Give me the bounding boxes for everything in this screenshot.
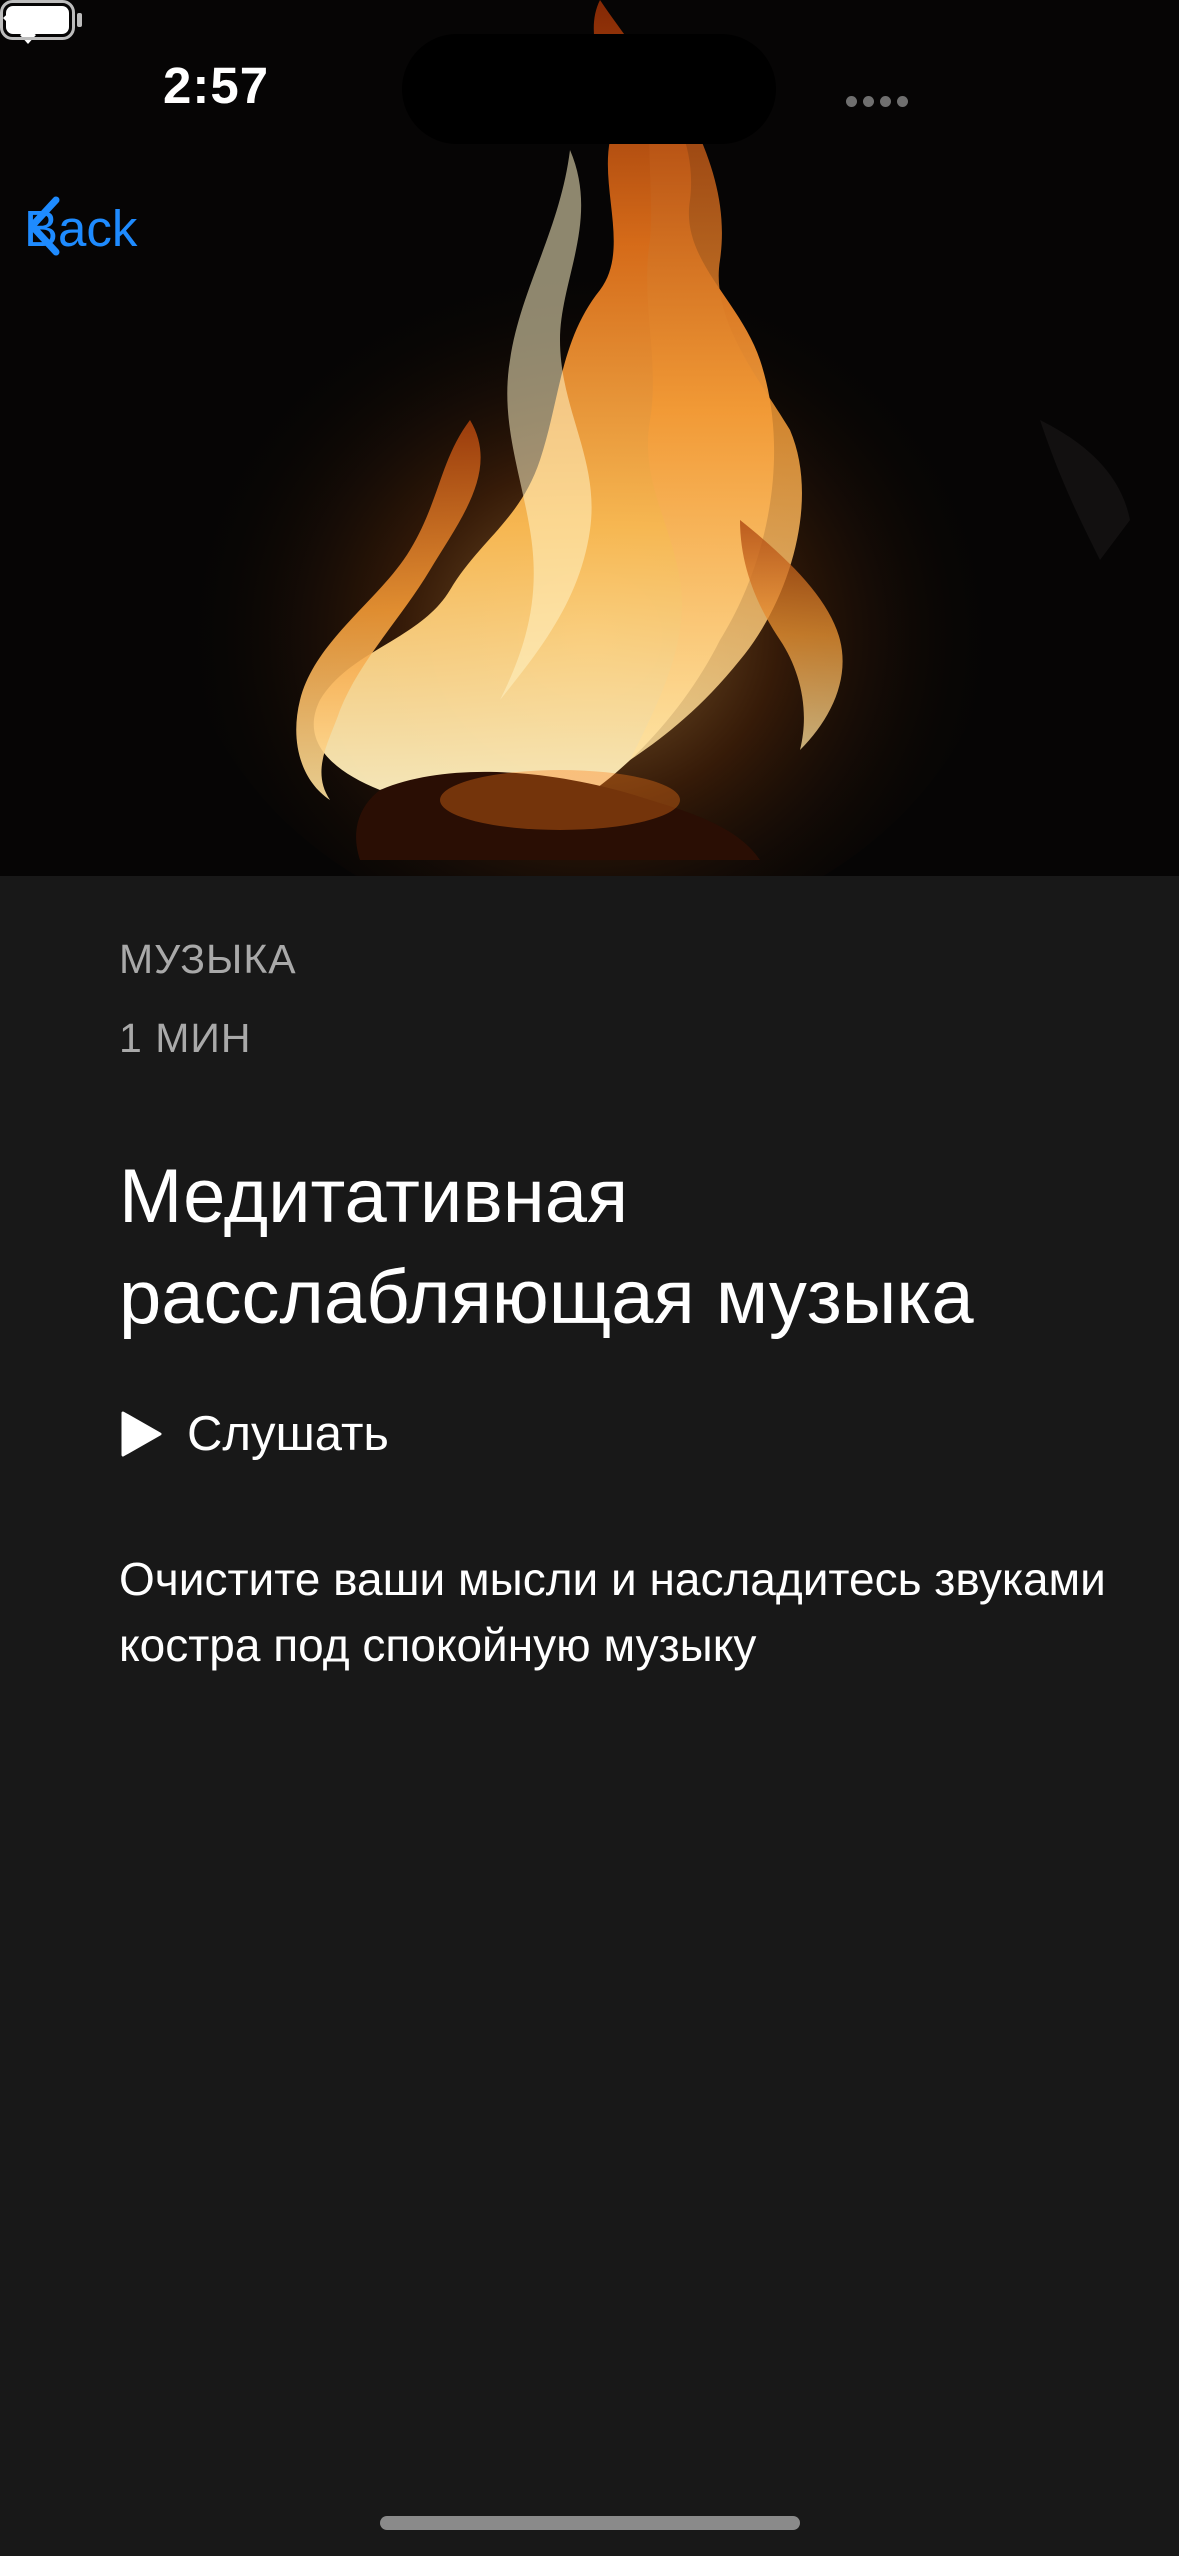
hero-image-campfire: 2:57 Back xyxy=(0,0,1179,876)
dynamic-island xyxy=(402,34,776,144)
home-indicator[interactable] xyxy=(380,2516,800,2530)
description-text: Очистите ваши мысли и насладитесь звукам… xyxy=(119,1553,1106,1671)
status-time: 2:57 xyxy=(163,57,270,114)
category-label: МУЗЫКА xyxy=(119,936,297,982)
listen-label: Слушать xyxy=(187,1407,389,1461)
battery-icon xyxy=(0,0,82,40)
listen-button[interactable]: Слушать xyxy=(119,1406,389,1462)
cellular-signal-icon xyxy=(846,96,908,107)
chevron-left-icon xyxy=(28,196,60,256)
duration-label: 1 МИН xyxy=(119,1015,252,1061)
page-title: Медитативная расслабляющая музыка xyxy=(119,1154,974,1340)
play-icon xyxy=(121,1411,162,1457)
back-button[interactable]: Back xyxy=(24,196,137,260)
